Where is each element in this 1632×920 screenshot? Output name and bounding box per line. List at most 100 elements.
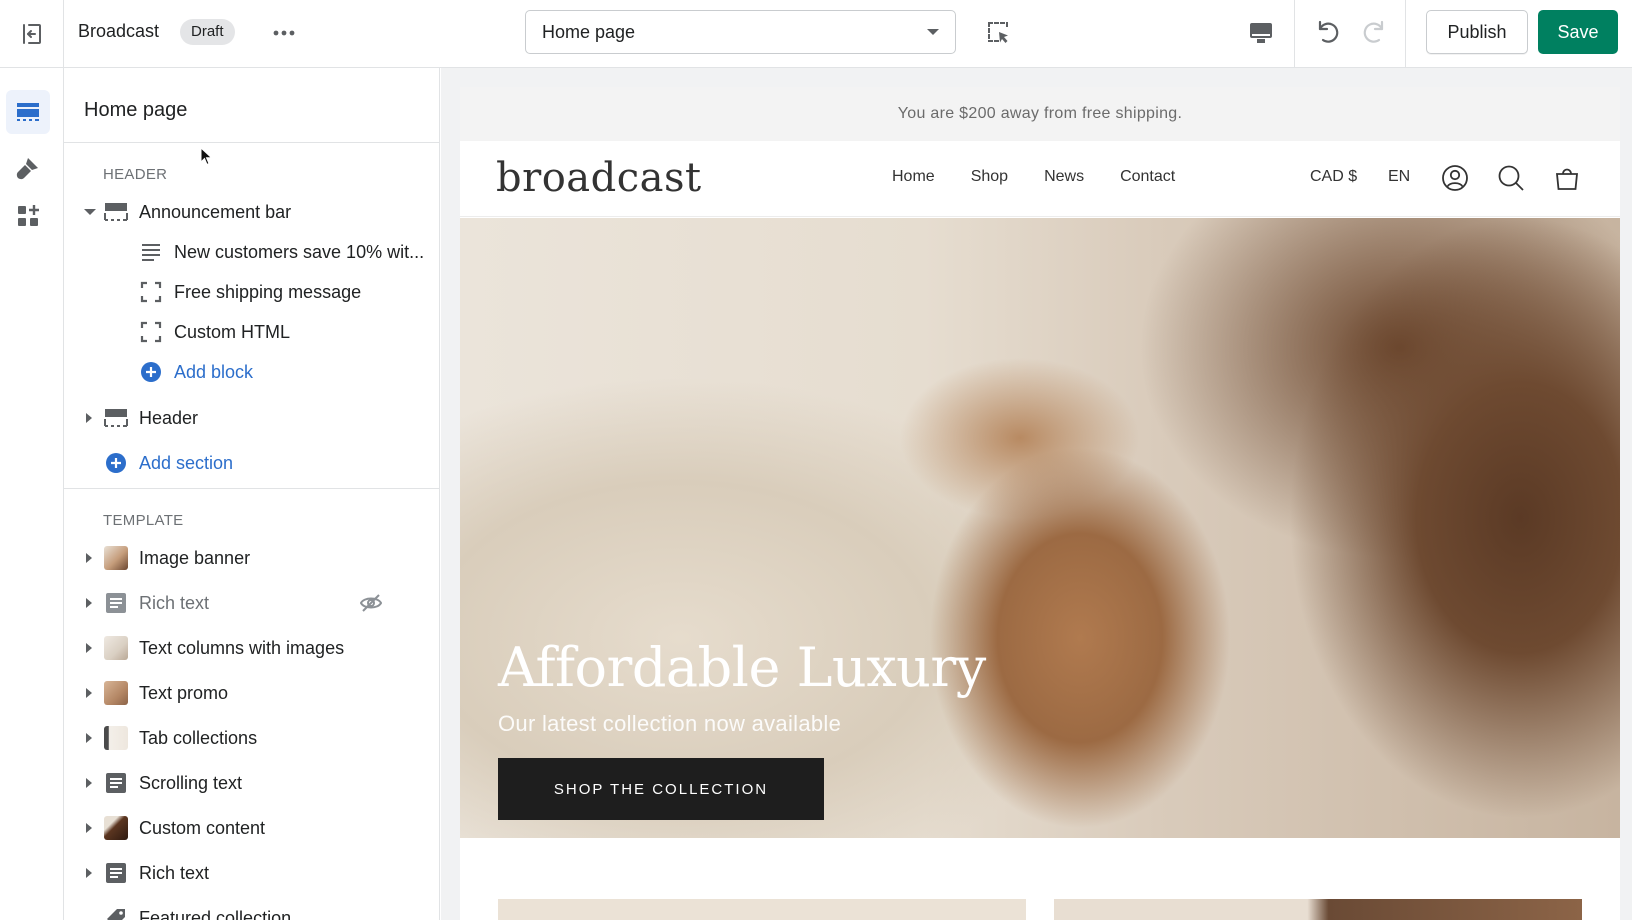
desktop-icon	[1250, 23, 1272, 43]
theme-name: Broadcast	[78, 21, 160, 41]
section-label: Rich text	[139, 592, 210, 613]
section-text-promo[interactable]: Text promo	[64, 673, 439, 713]
redo-icon	[1363, 20, 1384, 43]
section-label: Announcement bar	[139, 201, 292, 222]
section-text-columns-with-images[interactable]: Text columns with images	[64, 628, 439, 668]
search-icon[interactable]	[1496, 163, 1526, 193]
rail-app-embeds-button[interactable]	[6, 194, 50, 238]
nav-shop[interactable]: Shop	[971, 168, 1008, 186]
chevron-down-icon	[927, 29, 939, 35]
section-rich-text-hidden[interactable]: Rich text	[64, 583, 439, 623]
rail-sections-button[interactable]	[6, 90, 50, 134]
add-section-label: Add section	[139, 452, 234, 473]
divider	[64, 142, 439, 143]
page-select[interactable]: Home page	[525, 10, 956, 54]
toolbar-divider	[1405, 0, 1406, 67]
save-button[interactable]: Save	[1538, 10, 1618, 54]
section-label: Featured collection	[139, 907, 292, 920]
cart-icon[interactable]	[1552, 163, 1582, 193]
section-featured-collection[interactable]: Featured collection	[64, 898, 439, 920]
promo-image-left	[498, 899, 1026, 920]
editor-rail	[0, 68, 64, 920]
group-label-template: TEMPLATE	[103, 512, 184, 529]
text-block-icon	[104, 771, 128, 795]
language-selector[interactable]: EN	[1388, 168, 1410, 186]
publish-button[interactable]: Publish	[1426, 10, 1528, 54]
section-tab-collections[interactable]: Tab collections	[64, 718, 439, 758]
section-label: Scrolling text	[139, 772, 243, 793]
block-label: Custom HTML	[174, 321, 291, 342]
account-icon[interactable]	[1440, 163, 1470, 193]
nav-home[interactable]: Home	[892, 168, 935, 186]
redo-button[interactable]	[1356, 14, 1392, 50]
tag-icon	[104, 906, 128, 920]
exit-icon	[22, 23, 41, 44]
sections-icon	[17, 103, 39, 121]
announcement-bar[interactable]: You are $200 away from free shipping.	[460, 87, 1620, 141]
rail-theme-settings-button[interactable]	[6, 146, 50, 190]
image-thumbnail	[104, 726, 128, 750]
nav-news[interactable]: News	[1044, 168, 1084, 186]
image-thumbnail	[104, 546, 128, 570]
more-actions-button[interactable]	[268, 18, 300, 48]
store-header[interactable]: broadcast Home Shop News Contact CAD $ E…	[460, 141, 1620, 217]
section-image-banner[interactable]: Image banner	[64, 538, 439, 578]
section-custom-content[interactable]: Custom content	[64, 808, 439, 848]
undo-icon	[1318, 20, 1339, 43]
block-label: New customers save 10% wit...	[174, 241, 425, 262]
inspector-button[interactable]	[982, 16, 1016, 50]
chevron-right-icon	[86, 688, 92, 698]
currency-selector[interactable]: CAD $	[1310, 168, 1357, 186]
hero-title: Affordable Luxury	[498, 636, 986, 699]
block-free-shipping-message[interactable]: Free shipping message	[64, 272, 439, 312]
section-rich-text[interactable]: Rich text	[64, 853, 439, 893]
section-label: Text columns with images	[139, 637, 345, 658]
device-preview-button[interactable]	[1244, 14, 1278, 52]
image-thumbnail	[104, 816, 128, 840]
chevron-right-icon	[86, 598, 92, 608]
section-announcement-bar[interactable]: Announcement bar	[64, 192, 439, 232]
add-section-button[interactable]: Add section	[64, 443, 439, 483]
section-scrolling-text[interactable]: Scrolling text	[64, 763, 439, 803]
eye-off-icon[interactable]	[359, 591, 383, 615]
block-custom-html[interactable]: Custom HTML	[64, 312, 439, 352]
text-block-icon	[104, 861, 128, 885]
page-select-value: Home page	[542, 21, 636, 42]
add-block-button[interactable]: Add block	[64, 352, 439, 392]
section-label: Custom content	[139, 817, 266, 838]
sections-sidebar: Home page HEADER Announcement bar New cu…	[64, 68, 440, 920]
divider	[64, 488, 439, 489]
exit-editor-button[interactable]	[0, 0, 64, 67]
nav-contact[interactable]: Contact	[1120, 168, 1175, 186]
apps-icon	[18, 205, 39, 226]
corners-icon	[139, 280, 163, 304]
ellipsis-icon	[273, 30, 295, 36]
chevron-right-icon	[86, 778, 92, 788]
section-header[interactable]: Header	[64, 398, 439, 438]
section-label: Rich text	[139, 862, 210, 883]
block-new-customers[interactable]: New customers save 10% wit...	[64, 232, 439, 272]
select-cursor-icon	[988, 22, 1008, 43]
brush-icon	[16, 158, 38, 180]
store-logo[interactable]: broadcast	[496, 155, 702, 201]
block-label: Free shipping message	[174, 281, 362, 302]
plus-circle-icon	[104, 451, 128, 475]
section-layout-icon	[104, 406, 128, 430]
image-thumbnail	[104, 636, 128, 660]
toolbar-divider	[1294, 0, 1295, 67]
section-layout-icon	[104, 200, 128, 224]
section-label: Image banner	[139, 547, 251, 568]
hero-image-banner[interactable]: Affordable Luxury Our latest collection …	[460, 218, 1620, 838]
text-lines-icon	[139, 240, 163, 264]
chevron-right-icon	[86, 868, 92, 878]
mouse-cursor-icon	[200, 147, 213, 166]
shop-collection-button[interactable]: SHOP THE COLLECTION	[498, 758, 824, 820]
undo-button[interactable]	[1310, 14, 1346, 50]
store-preview[interactable]: You are $200 away from free shipping. br…	[460, 87, 1620, 920]
section-label: Text promo	[139, 682, 229, 703]
section-label: Header	[139, 407, 199, 428]
chevron-right-icon	[86, 413, 92, 423]
chevron-right-icon	[86, 643, 92, 653]
group-label-header: HEADER	[103, 166, 168, 183]
section-label: Tab collections	[139, 727, 258, 748]
